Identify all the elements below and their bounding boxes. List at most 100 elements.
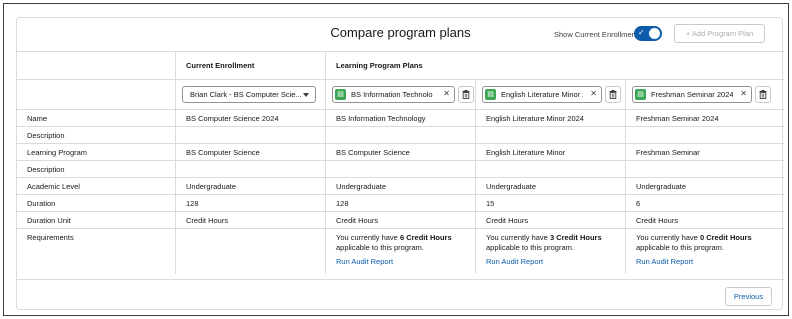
plan-selector-cell: ▤ Freshman Seminar 2024 ✕ [625,80,784,109]
table-cell: 15 [475,195,625,211]
trash-icon [759,90,767,99]
delete-plan-button[interactable] [755,86,771,103]
requirements-prefix: You currently have [336,233,398,242]
table-cell [175,161,325,177]
table-row: Duration 128 128 15 6 [17,195,784,212]
trash-icon [609,90,617,99]
table-cell [325,127,475,143]
table-cell [625,127,784,143]
table-cell [175,229,325,274]
table-cell: Undergraduate [175,178,325,194]
table-cell: Credit Hours [625,212,784,228]
requirements-prefix: You currently have [486,233,548,242]
table-row: Duration Unit Credit Hours Credit Hours … [17,212,784,229]
page-title: Compare program plans [330,25,471,40]
table-cell: Undergraduate [475,178,625,194]
header-learning-program-plans: Learning Program Plans [325,52,784,79]
row-label: Academic Level [27,181,80,191]
plan-lookup-value: English Literature Minor 2 [501,90,583,99]
plan-lookup-2[interactable]: ▤ English Literature Minor 2 ✕ [482,86,602,103]
add-program-plan-button[interactable]: + Add Program Plan [674,24,765,43]
table-row: Description [17,161,784,178]
table-cell: 128 [325,195,475,211]
requirements-suffix: applicable to this program. [336,243,424,252]
current-enrollment-value: Brian Clark - BS Computer Scie... [190,90,302,99]
compare-card: Compare program plans Show Current Enrol… [16,17,784,310]
plan-lookup-value: BS Information Technolo [351,90,433,99]
row-label: Description [27,164,65,174]
table-row: Learning Program BS Computer Science BS … [17,144,784,161]
show-current-enrollment-toggle[interactable]: ✓ [634,26,662,41]
table-cell: Credit Hours [325,212,475,228]
plan-selector-cell: ▤ English Literature Minor 2 ✕ [475,80,625,109]
table-cell: Undergraduate [325,178,475,194]
delete-plan-button[interactable] [605,86,621,103]
requirements-suffix: applicable to this program. [486,243,574,252]
footer-divider [17,279,784,280]
requirements-cell: You currently have 3 Credit Hours applic… [475,229,625,274]
table-row: Academic Level Undergraduate Undergradua… [17,178,784,195]
table-cell: BS Information Technology [325,110,475,126]
table-row: Description [17,127,784,144]
requirements-text: You currently have 0 Credit Hours applic… [636,233,784,253]
table-cell: Credit Hours [475,212,625,228]
close-icon[interactable]: ✕ [590,89,597,98]
plan-lookup-value: Freshman Seminar 2024 [651,90,733,99]
row-label: Duration [27,198,56,208]
table-cell: BS Computer Science [325,144,475,160]
table-cell [625,161,784,177]
header-current-enrollment: Current Enrollment [175,52,325,79]
table-cell: Freshman Seminar [625,144,784,160]
toggle-label: Show Current Enrollment [554,30,638,39]
credit-hours-value: 6 Credit Hours [399,233,452,242]
row-label: Learning Program [27,147,88,157]
table-cell: BS Computer Science [175,144,325,160]
close-icon[interactable]: ✕ [443,89,450,98]
credit-hours-value: 0 Credit Hours [699,233,752,242]
plan-lookup-1[interactable]: ▤ BS Information Technolo ✕ [332,86,455,103]
table-cell: 6 [625,195,784,211]
plan-lookup-3[interactable]: ▤ Freshman Seminar 2024 ✕ [632,86,752,103]
table-cell: English Literature Minor [475,144,625,160]
requirements-suffix: applicable to this program. [636,243,724,252]
table-cell: Credit Hours [175,212,325,228]
check-icon: ✓ [638,28,645,37]
row-label: Description [27,130,65,140]
page-frame: Compare program plans Show Current Enrol… [3,3,789,316]
selector-blank [17,80,175,109]
header-blank [17,52,175,79]
previous-button[interactable]: Previous [725,287,772,306]
requirements-cell: You currently have 0 Credit Hours applic… [625,229,784,274]
plan-selector-cell: ▤ BS Information Technolo ✕ [325,80,475,109]
requirements-cell: You currently have 6 Credit Hours applic… [325,229,475,274]
run-audit-report-link[interactable]: Run Audit Report [486,257,625,266]
run-audit-report-link[interactable]: Run Audit Report [636,257,784,266]
table-cell [175,127,325,143]
run-audit-report-link[interactable]: Run Audit Report [336,257,475,266]
current-enrollment-select[interactable]: Brian Clark - BS Computer Scie... [182,86,316,103]
delete-plan-button[interactable] [458,86,474,103]
row-label: Requirements [27,233,74,242]
selector-row: Brian Clark - BS Computer Scie... ▤ BS I… [17,80,784,110]
program-plan-icon: ▤ [335,89,346,100]
requirements-text: You currently have 6 Credit Hours applic… [336,233,475,253]
table-cell: English Literature Minor 2024 [475,110,625,126]
comparison-table: Current Enrollment Learning Program Plan… [17,51,784,274]
close-icon[interactable]: ✕ [740,89,747,98]
program-plan-icon: ▤ [635,89,646,100]
requirements-text: You currently have 3 Credit Hours applic… [486,233,625,253]
row-label: Duration Unit [27,215,71,225]
program-plan-icon: ▤ [485,89,496,100]
row-label: Name [27,113,48,123]
toggle-knob [649,28,660,39]
table-cell [475,161,625,177]
table-cell: BS Computer Science 2024 [175,110,325,126]
requirements-prefix: You currently have [636,233,698,242]
table-cell: Freshman Seminar 2024 [625,110,784,126]
table-header-row: Current Enrollment Learning Program Plan… [17,52,784,80]
current-enrollment-cell: Brian Clark - BS Computer Scie... [175,80,325,109]
table-row: Name BS Computer Science 2024 BS Informa… [17,110,784,127]
chevron-down-icon [303,93,309,97]
table-cell: Undergraduate [625,178,784,194]
table-cell [475,127,625,143]
